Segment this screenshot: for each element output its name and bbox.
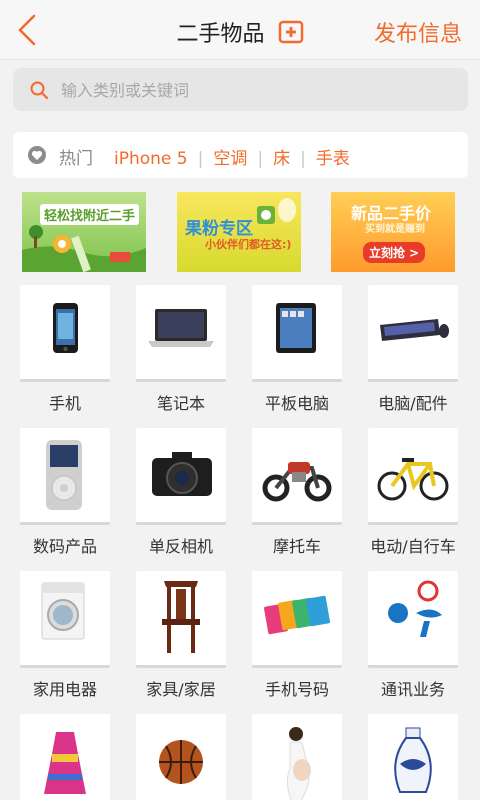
- separator: |: [197, 149, 204, 169]
- chair-icon: [162, 581, 200, 653]
- category-label: 家用电器: [32, 680, 97, 699]
- maternity-icon: [286, 727, 311, 800]
- category-tile: [136, 285, 226, 382]
- banner-apple-fans[interactable]: 果粉专区 小伙伴们都在这:): [177, 192, 301, 272]
- hot-item-iphone5[interactable]: iPhone 5: [114, 149, 188, 169]
- search-bar[interactable]: [13, 68, 468, 111]
- telecom-logo-icon: [388, 580, 442, 637]
- category-tile: [368, 285, 458, 382]
- separator: |: [257, 149, 264, 169]
- category-tile: [252, 285, 342, 382]
- separator: |: [300, 149, 306, 169]
- banner-title: 轻松找附近二手: [40, 204, 140, 225]
- category-label: 单反相机: [148, 537, 213, 556]
- tablet-icon: [276, 303, 316, 353]
- category-tile: [136, 571, 226, 668]
- page-title: 二手物品: [176, 22, 265, 47]
- hot-label: 热门: [59, 149, 93, 169]
- motorcycle-icon: [262, 462, 332, 502]
- mobile-phone-icon: [53, 303, 78, 353]
- grab-now-button[interactable]: 立刻抢 >: [363, 242, 426, 263]
- category-label: 手机号码: [264, 680, 329, 699]
- publish-button[interactable]: 发布信息: [374, 16, 462, 48]
- hot-search-bar: 热门 iPhone 5 | 空调 | 床 | 手表: [13, 132, 468, 178]
- category-label: 电脑/配件: [378, 394, 448, 413]
- washing-machine-icon: [41, 582, 85, 640]
- category-tile: [20, 571, 110, 668]
- heart-icon: [28, 146, 46, 164]
- promo-banners: 轻松找附近二手 果粉专区 小伙伴们都在这:) 新品二手价 买到就是赚到 立刻抢 …: [0, 192, 480, 272]
- category-label: 摩托车: [272, 537, 321, 556]
- dress-icon: [44, 732, 86, 794]
- category-tile: [252, 571, 342, 668]
- hot-item-air-conditioner[interactable]: 空调: [213, 149, 247, 169]
- category-tile: [136, 428, 226, 525]
- dslr-camera-icon: [152, 452, 212, 496]
- search-icon: [30, 81, 49, 100]
- hot-item-bed[interactable]: 床: [273, 149, 290, 169]
- basketball-icon: [159, 740, 203, 784]
- category-label: 笔记本: [156, 394, 205, 413]
- category-label: 手机: [48, 394, 81, 413]
- banner-nearby-secondhand[interactable]: 轻松找附近二手: [22, 192, 146, 272]
- category-label: 平板电脑: [264, 394, 329, 413]
- category-tile: [20, 428, 110, 525]
- category-tile: [136, 714, 226, 800]
- add-square-icon[interactable]: [278, 20, 304, 44]
- category-tile: [368, 714, 458, 800]
- category-label: 电动/自行车: [370, 537, 456, 556]
- bicycle-icon: [377, 458, 449, 501]
- hot-items: iPhone 5 | 空调 | 床 | 手表: [114, 144, 350, 169]
- search-input[interactable]: [61, 76, 451, 104]
- hot-item-watch[interactable]: 手表: [316, 149, 350, 169]
- banner-subtitle: 买到就是赚到: [365, 224, 425, 235]
- category-tile: [252, 714, 342, 800]
- category-tile: [368, 571, 458, 668]
- mp3-player-icon: [46, 440, 82, 510]
- laptop-icon: [148, 309, 214, 347]
- category-label: 数码产品: [32, 537, 97, 556]
- category-tile: [20, 285, 110, 382]
- sim-card-icon: [264, 595, 330, 635]
- category-tile: [20, 714, 110, 800]
- category-tile: [252, 428, 342, 525]
- vase-icon: [394, 727, 432, 793]
- top-nav-bar: 二手物品 发布信息: [0, 0, 480, 60]
- category-tile: [368, 428, 458, 525]
- banner-subtitle: 小伙伴们都在这:): [205, 238, 292, 251]
- category-label: 家具/家居: [146, 680, 216, 699]
- keyboard-icon: [380, 319, 449, 341]
- banner-new-item-price[interactable]: 新品二手价 买到就是赚到 立刻抢 >: [331, 192, 455, 272]
- category-label: 通讯业务: [380, 680, 445, 699]
